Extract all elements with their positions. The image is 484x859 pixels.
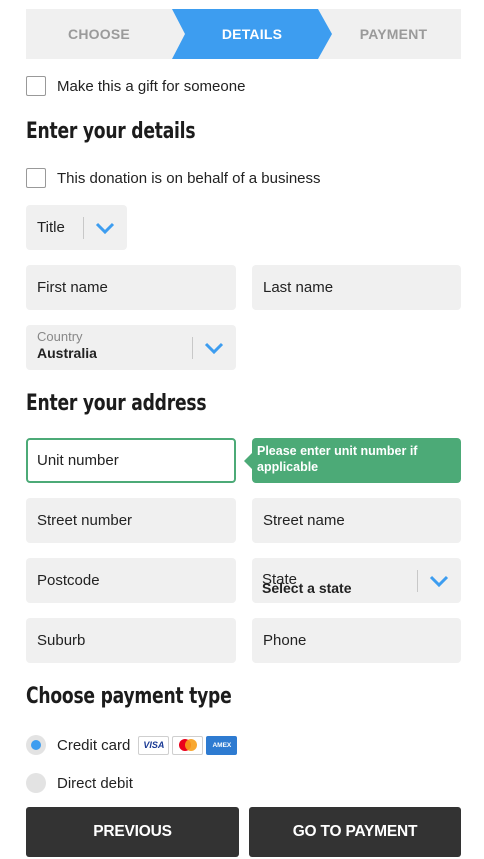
postcode-placeholder: Postcode — [37, 572, 100, 589]
title-select-placeholder: Title — [37, 219, 65, 236]
address-heading: Enter your address — [26, 391, 207, 416]
mastercard-icon — [172, 735, 204, 755]
step-payment-label: PAYMENT — [359, 26, 428, 42]
gift-checkbox-row[interactable]: Make this a gift for someone — [26, 76, 245, 96]
tooltip-arrow — [244, 453, 252, 469]
payment-heading: Choose payment type — [26, 684, 232, 709]
credit-card-radio[interactable] — [26, 735, 46, 755]
phone-input[interactable]: Phone — [252, 618, 461, 663]
credit-card-option[interactable]: Credit card VISA AMEX — [26, 735, 238, 755]
suburb-placeholder: Suburb — [37, 632, 86, 649]
chevron-down-icon — [194, 325, 234, 370]
amex-icon: AMEX — [206, 735, 238, 755]
title-select[interactable]: Title — [26, 205, 127, 250]
chevron-down-icon — [419, 558, 459, 603]
last-name-placeholder: Last name — [263, 279, 334, 296]
previous-button[interactable]: PREVIOUS — [26, 807, 239, 857]
direct-debit-radio[interactable] — [26, 773, 46, 793]
unit-number-placeholder: Unit number — [37, 452, 119, 469]
step-choose[interactable]: CHOOSE — [26, 9, 172, 59]
step-details: DETAILS — [172, 9, 332, 59]
select-divider — [417, 570, 418, 592]
state-select[interactable]: State Select a state — [252, 558, 461, 603]
checkout-stepper: CHOOSE DETAILS PAYMENT — [26, 9, 461, 59]
card-icons: VISA AMEX — [138, 735, 238, 755]
business-checkbox-row[interactable]: This donation is on behalf of a business — [26, 168, 321, 188]
business-checkbox-label: This donation is on behalf of a business — [57, 169, 321, 187]
step-payment: PAYMENT — [326, 9, 461, 59]
gift-checkbox[interactable] — [26, 76, 46, 96]
street-number-placeholder: Street number — [37, 512, 133, 529]
gift-checkbox-label: Make this a gift for someone — [57, 77, 246, 95]
street-number-input[interactable]: Street number — [26, 498, 236, 543]
first-name-input[interactable]: First name — [26, 265, 236, 310]
postcode-input[interactable]: Postcode — [26, 558, 236, 603]
country-select[interactable]: Country Australia — [26, 325, 236, 370]
last-name-input[interactable]: Last name — [252, 265, 461, 310]
street-name-placeholder: Street name — [263, 512, 345, 529]
select-divider — [192, 337, 193, 359]
credit-card-label: Credit card — [57, 736, 131, 754]
step-details-label: DETAILS — [221, 26, 283, 42]
step-choose-label: CHOOSE — [68, 26, 130, 42]
visa-icon: VISA — [138, 735, 170, 755]
first-name-placeholder: First name — [37, 279, 108, 296]
go-to-payment-button[interactable]: GO TO PAYMENT — [249, 807, 461, 857]
business-checkbox[interactable] — [26, 168, 46, 188]
direct-debit-label: Direct debit — [57, 774, 133, 792]
radio-selected-dot — [31, 740, 41, 750]
unit-number-input[interactable]: Unit number — [26, 438, 236, 483]
suburb-input[interactable]: Suburb — [26, 618, 236, 663]
phone-placeholder: Phone — [263, 632, 307, 649]
unit-number-tooltip: Please enter unit number if applicable — [252, 438, 461, 483]
state-value: Select a state — [262, 580, 352, 596]
chevron-down-icon — [85, 205, 125, 250]
street-name-input[interactable]: Street name — [252, 498, 461, 543]
direct-debit-option[interactable]: Direct debit — [26, 773, 133, 793]
details-heading: Enter your details — [26, 119, 196, 144]
select-divider — [83, 217, 84, 239]
